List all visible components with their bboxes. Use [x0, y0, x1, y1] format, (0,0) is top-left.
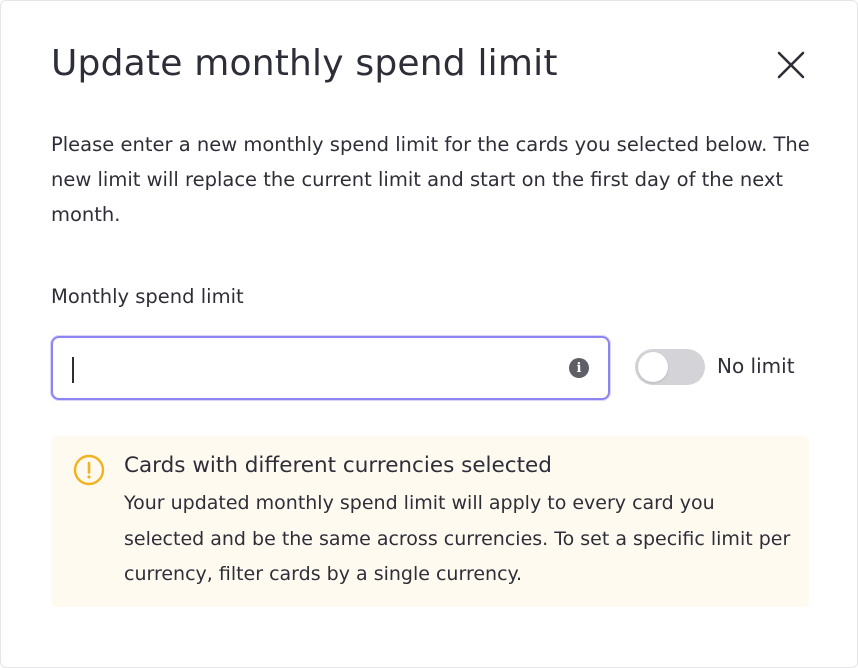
currency-warning-alert: Cards with different currencies selected… [51, 436, 809, 607]
no-limit-toggle[interactable] [635, 349, 705, 385]
modal-description: Please enter a new monthly spend limit f… [51, 133, 810, 226]
spend-limit-modal: Update monthly spend limit Please enter … [0, 0, 858, 668]
warning-circle-icon [73, 454, 105, 486]
close-icon [777, 51, 805, 79]
alert-title: Cards with different currencies selected [124, 453, 552, 478]
spend-limit-input-container[interactable]: i [51, 336, 610, 400]
close-button[interactable] [769, 43, 813, 87]
text-cursor [72, 357, 74, 383]
modal-title: Update monthly spend limit [51, 43, 558, 84]
info-icon[interactable]: i [569, 358, 589, 378]
spend-limit-input[interactable] [71, 350, 541, 386]
toggle-knob [638, 352, 668, 382]
spend-limit-label: Monthly spend limit [51, 285, 244, 308]
no-limit-label[interactable]: No limit [717, 354, 795, 378]
alert-body: Your updated monthly spend limit will ap… [124, 492, 791, 585]
